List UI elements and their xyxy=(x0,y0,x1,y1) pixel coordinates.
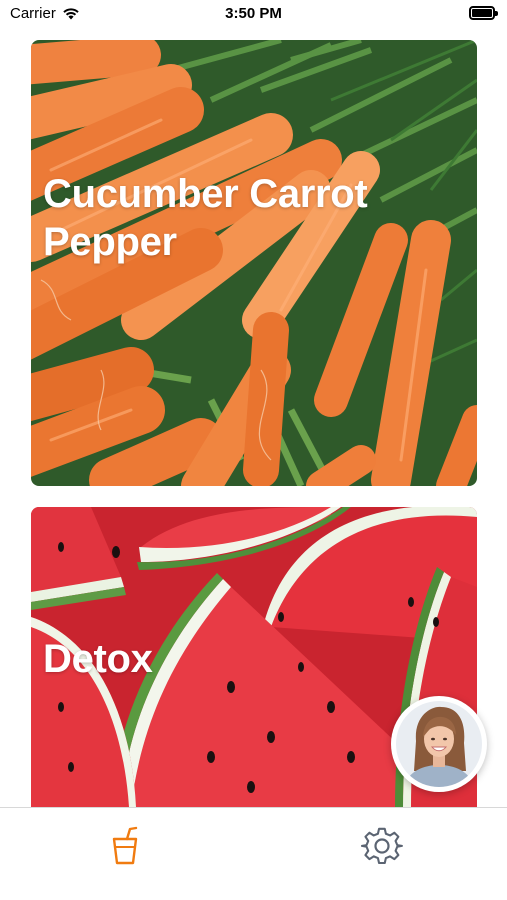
status-time: 3:50 PM xyxy=(225,5,282,22)
recipe-card-cucumber-carrot-pepper[interactable]: Cucumber Carrot Pepper xyxy=(31,40,477,486)
gear-icon xyxy=(361,827,403,865)
user-avatar-photo xyxy=(396,701,482,787)
juice-cup-icon xyxy=(112,826,138,865)
card-title: Detox xyxy=(43,637,153,681)
tab-settings[interactable] xyxy=(360,824,404,868)
user-avatar-button[interactable] xyxy=(391,696,487,792)
tab-juices[interactable] xyxy=(103,824,147,868)
battery-icon xyxy=(469,6,498,20)
status-bar: Carrier 3:50 PM xyxy=(0,0,507,30)
card-title: Cucumber Carrot Pepper xyxy=(43,172,368,264)
tab-bar xyxy=(0,807,507,900)
